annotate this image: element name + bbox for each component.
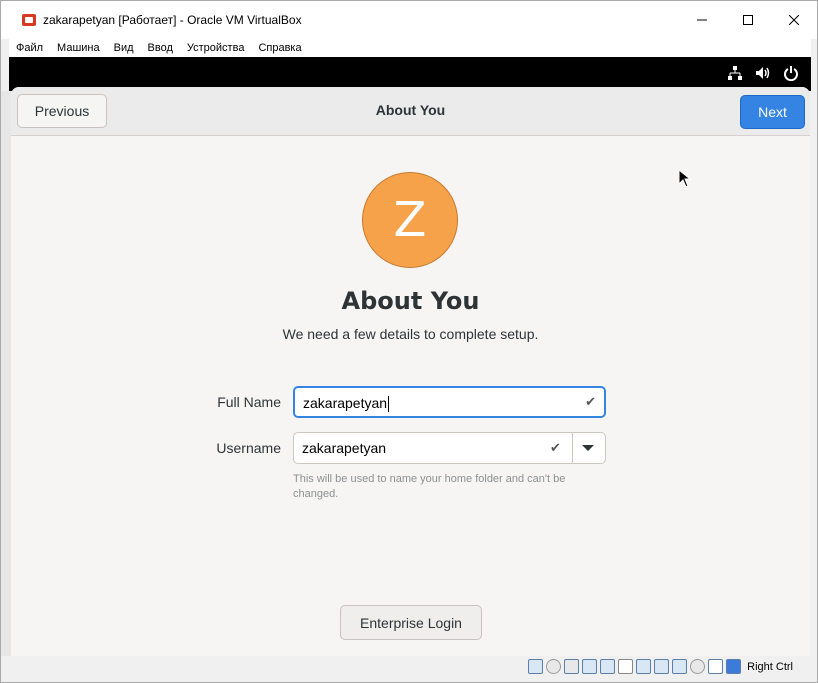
menu-view[interactable]: Вид xyxy=(107,39,141,57)
minimize-icon xyxy=(697,19,707,21)
header-title: About You xyxy=(375,102,446,118)
text-caret xyxy=(388,396,390,413)
virtualbox-app-icon xyxy=(21,12,37,28)
username-label: Username xyxy=(216,440,281,456)
host-key-label: Right Ctrl xyxy=(747,660,793,673)
menu-machine[interactable]: Машина xyxy=(50,39,107,57)
mouse-pointer-icon xyxy=(678,168,692,192)
gnome-initial-setup: Previous About You Next Z About You We n… xyxy=(11,87,810,656)
menu-help[interactable]: Справка xyxy=(251,39,308,57)
dropdown-divider xyxy=(572,433,573,463)
menu-input[interactable]: Ввод xyxy=(141,39,180,57)
maximize-button[interactable] xyxy=(725,1,771,39)
host-key-arrow-icon[interactable] xyxy=(726,659,742,674)
next-button[interactable]: Next xyxy=(740,95,805,129)
window-title: zakarapetyan [Работает] - Oracle VM Virt… xyxy=(43,13,302,27)
full-name-value: zakarapetyan xyxy=(303,395,388,411)
dropdown-arrow-icon[interactable] xyxy=(582,445,594,451)
power-icon[interactable] xyxy=(783,65,799,81)
hard-disk-icon[interactable] xyxy=(528,659,544,674)
network-adapter-icon[interactable] xyxy=(582,659,598,674)
virtualization-icon[interactable] xyxy=(672,659,688,674)
full-name-label: Full Name xyxy=(217,394,281,410)
video-capture-icon[interactable] xyxy=(654,659,670,674)
menu-file[interactable]: Файл xyxy=(9,39,50,57)
network-icon[interactable] xyxy=(727,65,743,81)
full-name-field[interactable]: zakarapetyan ✔ xyxy=(293,386,606,418)
enterprise-login-button[interactable]: Enterprise Login xyxy=(340,605,482,640)
status-bar: Right Ctrl xyxy=(9,656,811,678)
minimize-button[interactable] xyxy=(679,1,725,39)
avatar[interactable]: Z xyxy=(362,172,458,268)
keyboard-capture-icon[interactable] xyxy=(708,659,724,674)
maximize-icon xyxy=(743,15,753,25)
shared-folders-icon[interactable] xyxy=(618,659,634,674)
usb-icon[interactable] xyxy=(600,659,616,674)
virtualbox-window: zakarapetyan [Работает] - Oracle VM Virt… xyxy=(0,0,818,683)
username-hint: This will be used to name your home fold… xyxy=(293,473,566,500)
close-icon xyxy=(789,15,799,25)
audio-icon[interactable] xyxy=(564,659,580,674)
volume-icon[interactable] xyxy=(755,65,771,81)
header-bar: Previous About You Next xyxy=(11,87,810,136)
username-value: zakarapetyan xyxy=(302,440,387,456)
optical-drive-icon[interactable] xyxy=(546,659,562,674)
title-bar[interactable]: zakarapetyan [Работает] - Oracle VM Virt… xyxy=(1,1,817,39)
host-background-strip xyxy=(1,91,11,656)
check-icon: ✔ xyxy=(550,441,561,456)
menu-devices[interactable]: Устройства xyxy=(180,39,252,57)
close-button[interactable] xyxy=(771,1,817,39)
display-icon[interactable] xyxy=(636,659,652,674)
menu-bar: Файл Машина Вид Ввод Устройства Справка xyxy=(9,39,811,57)
check-icon: ✔ xyxy=(585,395,596,410)
mouse-integration-icon[interactable] xyxy=(690,659,706,674)
page-title: About You xyxy=(341,287,480,315)
guest-top-bar xyxy=(9,57,811,91)
username-combobox[interactable]: zakarapetyan ✔ xyxy=(293,432,606,464)
page-subtitle: We need a few details to complete setup. xyxy=(282,326,539,342)
